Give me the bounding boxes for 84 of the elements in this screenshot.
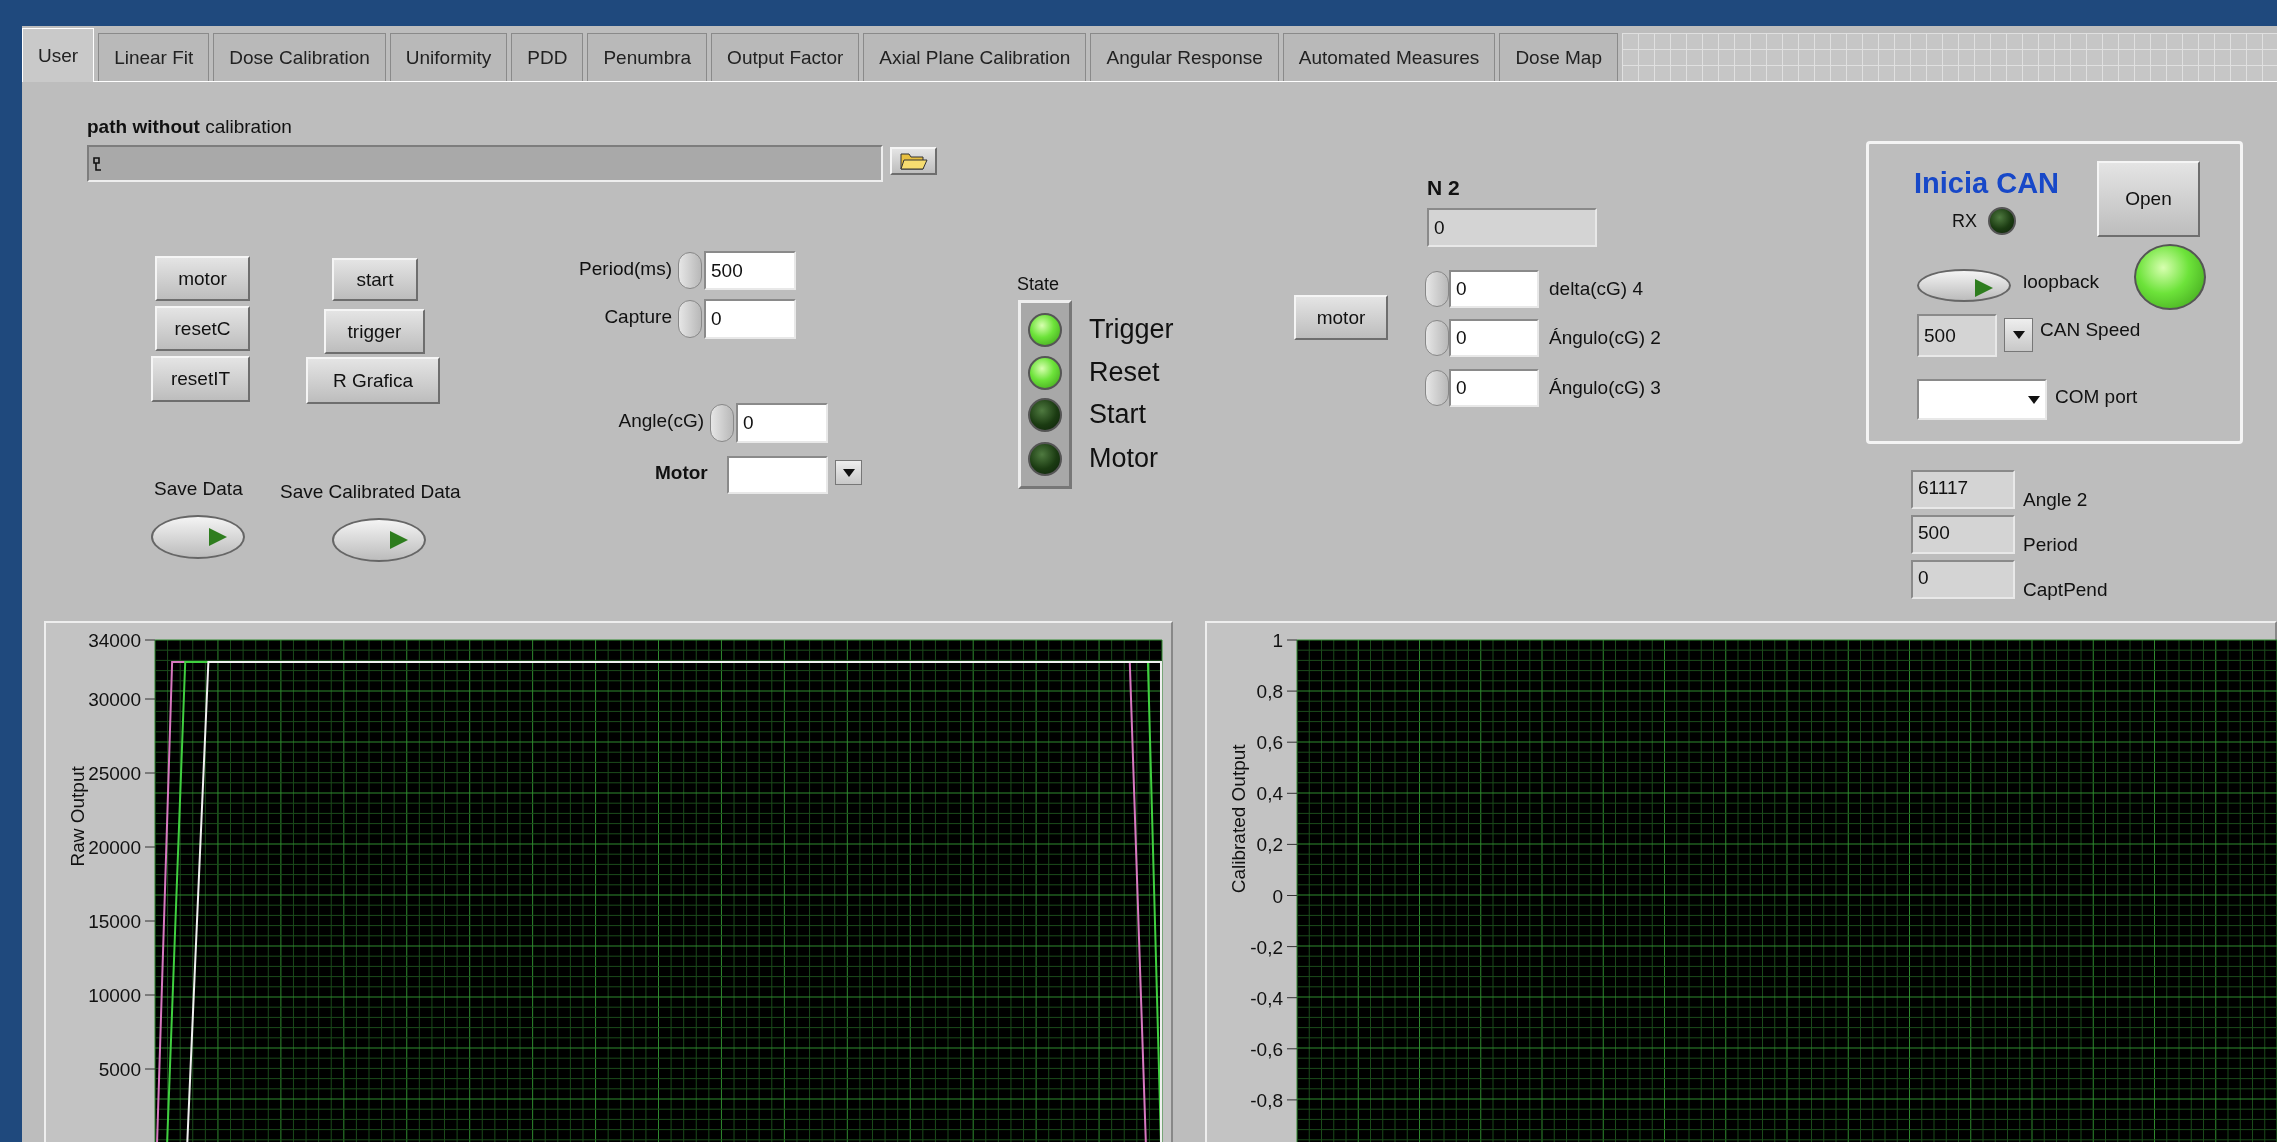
toggle-label: loopback [2023, 271, 2100, 293]
numeric-field[interactable]: 0 [704, 299, 796, 339]
y-tick-label: 34000 [88, 630, 141, 651]
numeric-label: delta(cG) 4 [1549, 278, 1643, 300]
y-tick-label: 0,2 [1256, 834, 1283, 856]
push-button[interactable]: R Grafica [306, 357, 440, 404]
numeric-indicator: 0 [1911, 560, 2015, 599]
y-tick-label: 5000 [98, 1059, 141, 1080]
y-tick-label: 1 [1272, 630, 1283, 651]
numeric-label: Period(ms) [578, 258, 672, 280]
tab[interactable]: Output Factor [711, 33, 860, 81]
push-button[interactable]: start [332, 258, 418, 301]
push-button[interactable]: motor [1294, 295, 1388, 340]
numeric-field[interactable]: 0 [1449, 270, 1539, 308]
led-label: Start [1089, 399, 1147, 430]
path-icon [92, 155, 102, 172]
combo-label: COM port [2055, 386, 2138, 408]
y-tick-label: -0,2 [1250, 936, 1283, 958]
caret-icon [842, 468, 855, 477]
panel-title: Inicia CAN [1914, 167, 2060, 200]
tab[interactable]: Angular Response [1090, 33, 1279, 81]
y-tick-label: 15000 [88, 911, 141, 932]
caret-icon [2028, 395, 2040, 404]
numeric-indicator: 500 [1911, 515, 2015, 554]
push-button[interactable]: resetIT [151, 356, 250, 402]
dropdown-button[interactable] [835, 460, 862, 485]
combo-box[interactable] [1917, 379, 2047, 420]
y-tick-label: 0,6 [1256, 732, 1283, 754]
y-tick-label: -0,6 [1250, 1038, 1283, 1060]
indicator-label: Angle 2 [2023, 489, 2088, 511]
ring-label: Motor [655, 462, 708, 484]
tab[interactable]: User [22, 28, 95, 82]
y-tick-label: 10000 [88, 985, 141, 1006]
y-tick-label: 0,8 [1256, 681, 1283, 703]
ring-field[interactable]: 500 [1917, 314, 1997, 357]
state-label: State [1017, 274, 1060, 295]
y-tick-label: 0 [1272, 885, 1283, 907]
numeric-indicator: 61117 [1911, 470, 2015, 509]
toggle-label: Save Data [154, 478, 243, 500]
tab[interactable]: Uniformity [389, 33, 508, 81]
y-tick-label: -0,4 [1250, 987, 1283, 1009]
numeric-field[interactable]: 0 [736, 403, 828, 443]
y-axis-title: Raw Output [67, 766, 88, 867]
path-label: path without calibration [87, 116, 292, 138]
numeric-label: Ángulo(cG) 3 [1549, 377, 1661, 399]
numeric-label: Angle(cG) [617, 410, 704, 432]
tab[interactable]: Dose Calibration [213, 33, 386, 81]
open-button[interactable]: Open [2097, 161, 2200, 237]
y-axis-title: Calibrated Output [1228, 744, 1249, 894]
numeric-field[interactable]: 500 [704, 251, 796, 290]
tab[interactable]: Linear Fit [98, 33, 210, 81]
tab[interactable]: Automated Measures [1282, 33, 1496, 81]
numeric-field[interactable]: 0 [1449, 319, 1539, 357]
toggle-label: Save Calibrated Data [280, 481, 461, 503]
y-tick-label: 30000 [88, 689, 141, 710]
numeric-indicator: 0 [1427, 208, 1597, 247]
numeric-label: Capture [603, 306, 672, 328]
push-button[interactable]: trigger [324, 309, 425, 354]
ring-field[interactable] [727, 456, 828, 494]
push-button[interactable]: motor [155, 256, 250, 301]
y-tick-label: 20000 [88, 837, 141, 858]
y-tick-label: -0,8 [1250, 1089, 1283, 1111]
indicator-label: N 2 [1427, 176, 1460, 200]
push-button[interactable]: resetC [155, 306, 250, 351]
tab[interactable]: Axial Plane Calibration [863, 33, 1087, 81]
y-tick-label: 25000 [88, 763, 141, 784]
tab[interactable]: Penumbra [587, 33, 708, 81]
caret-icon [2012, 331, 2025, 339]
tab[interactable]: PDD [511, 33, 584, 81]
numeric-label: Ángulo(cG) 2 [1549, 327, 1661, 349]
tab[interactable]: Dose Map [1499, 33, 1618, 81]
led-label: RX [1952, 211, 1977, 232]
indicator-label: CaptPend [2023, 579, 2108, 601]
browse-button[interactable] [890, 147, 937, 175]
numeric-field[interactable]: 0 [1449, 369, 1539, 407]
led-label: Trigger [1089, 314, 1174, 345]
led-label: Motor [1089, 443, 1159, 474]
led-label: Reset [1089, 357, 1160, 388]
path-field[interactable] [87, 145, 883, 182]
ring-label: CAN Speed [2040, 319, 2141, 341]
y-tick-label: 0,4 [1256, 783, 1283, 805]
dropdown-button[interactable] [2004, 318, 2033, 352]
indicator-label: Period [2023, 534, 2078, 556]
folder-icon [899, 152, 928, 170]
